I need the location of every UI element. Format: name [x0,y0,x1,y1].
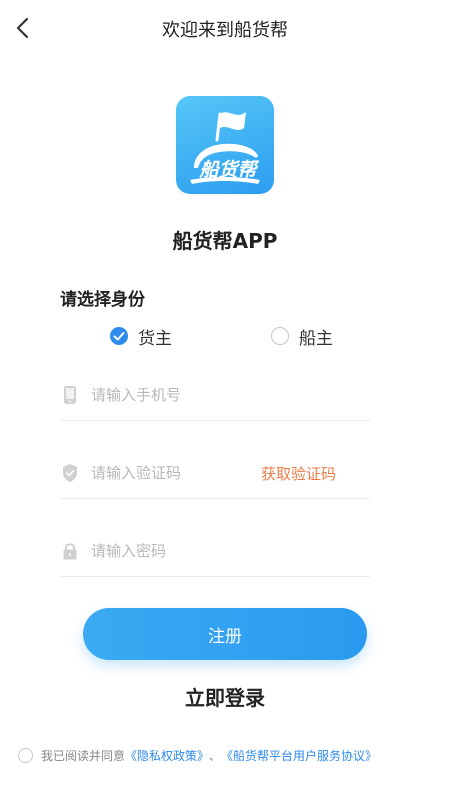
agreement-prefix: 我已阅读并同意 [41,748,126,763]
login-link[interactable]: 立即登录 [0,682,450,711]
radio-checked-icon[interactable] [110,327,128,345]
logo-text: 船货帮 [198,159,260,181]
agreement-separator: 、 [209,748,222,763]
password-field [60,526,370,577]
phone-icon [62,386,78,404]
service-agreement-link[interactable]: 《船货帮平台用户服务协议》 [221,747,377,764]
header-bar: 欢迎来到船货帮 [0,0,450,58]
password-input[interactable] [91,539,271,563]
page-title: 欢迎来到船货帮 [162,20,288,41]
shield-icon [62,464,78,482]
privacy-policy-link[interactable]: 《隐私权政策》 [125,747,209,764]
role-section-title: 请选择身份 [60,290,145,310]
get-code-button[interactable]: 获取验证码 [261,463,336,484]
code-field: 获取验证码 [60,448,370,499]
phone-field [60,370,370,421]
role-option-cargo-owner[interactable]: 货主 [110,324,172,349]
phone-input[interactable] [91,383,271,407]
role-option-ship-owner[interactable]: 船主 [271,324,333,349]
app-logo: 船货帮 [176,96,274,194]
verification-code-input[interactable] [91,461,271,485]
agreement-checkbox[interactable] [18,747,33,763]
role-label-cargo-owner: 货主 [138,328,172,349]
app-name: 船货帮APP [172,229,278,253]
lock-icon [62,542,78,560]
role-label-ship-owner: 船主 [299,328,333,349]
agreement-row: 我已阅读并同意 《隐私权政策》 、 《船货帮平台用户服务协议》 [18,744,448,766]
register-button[interactable]: 注册 [83,608,367,660]
radio-unchecked-icon[interactable] [271,327,289,345]
